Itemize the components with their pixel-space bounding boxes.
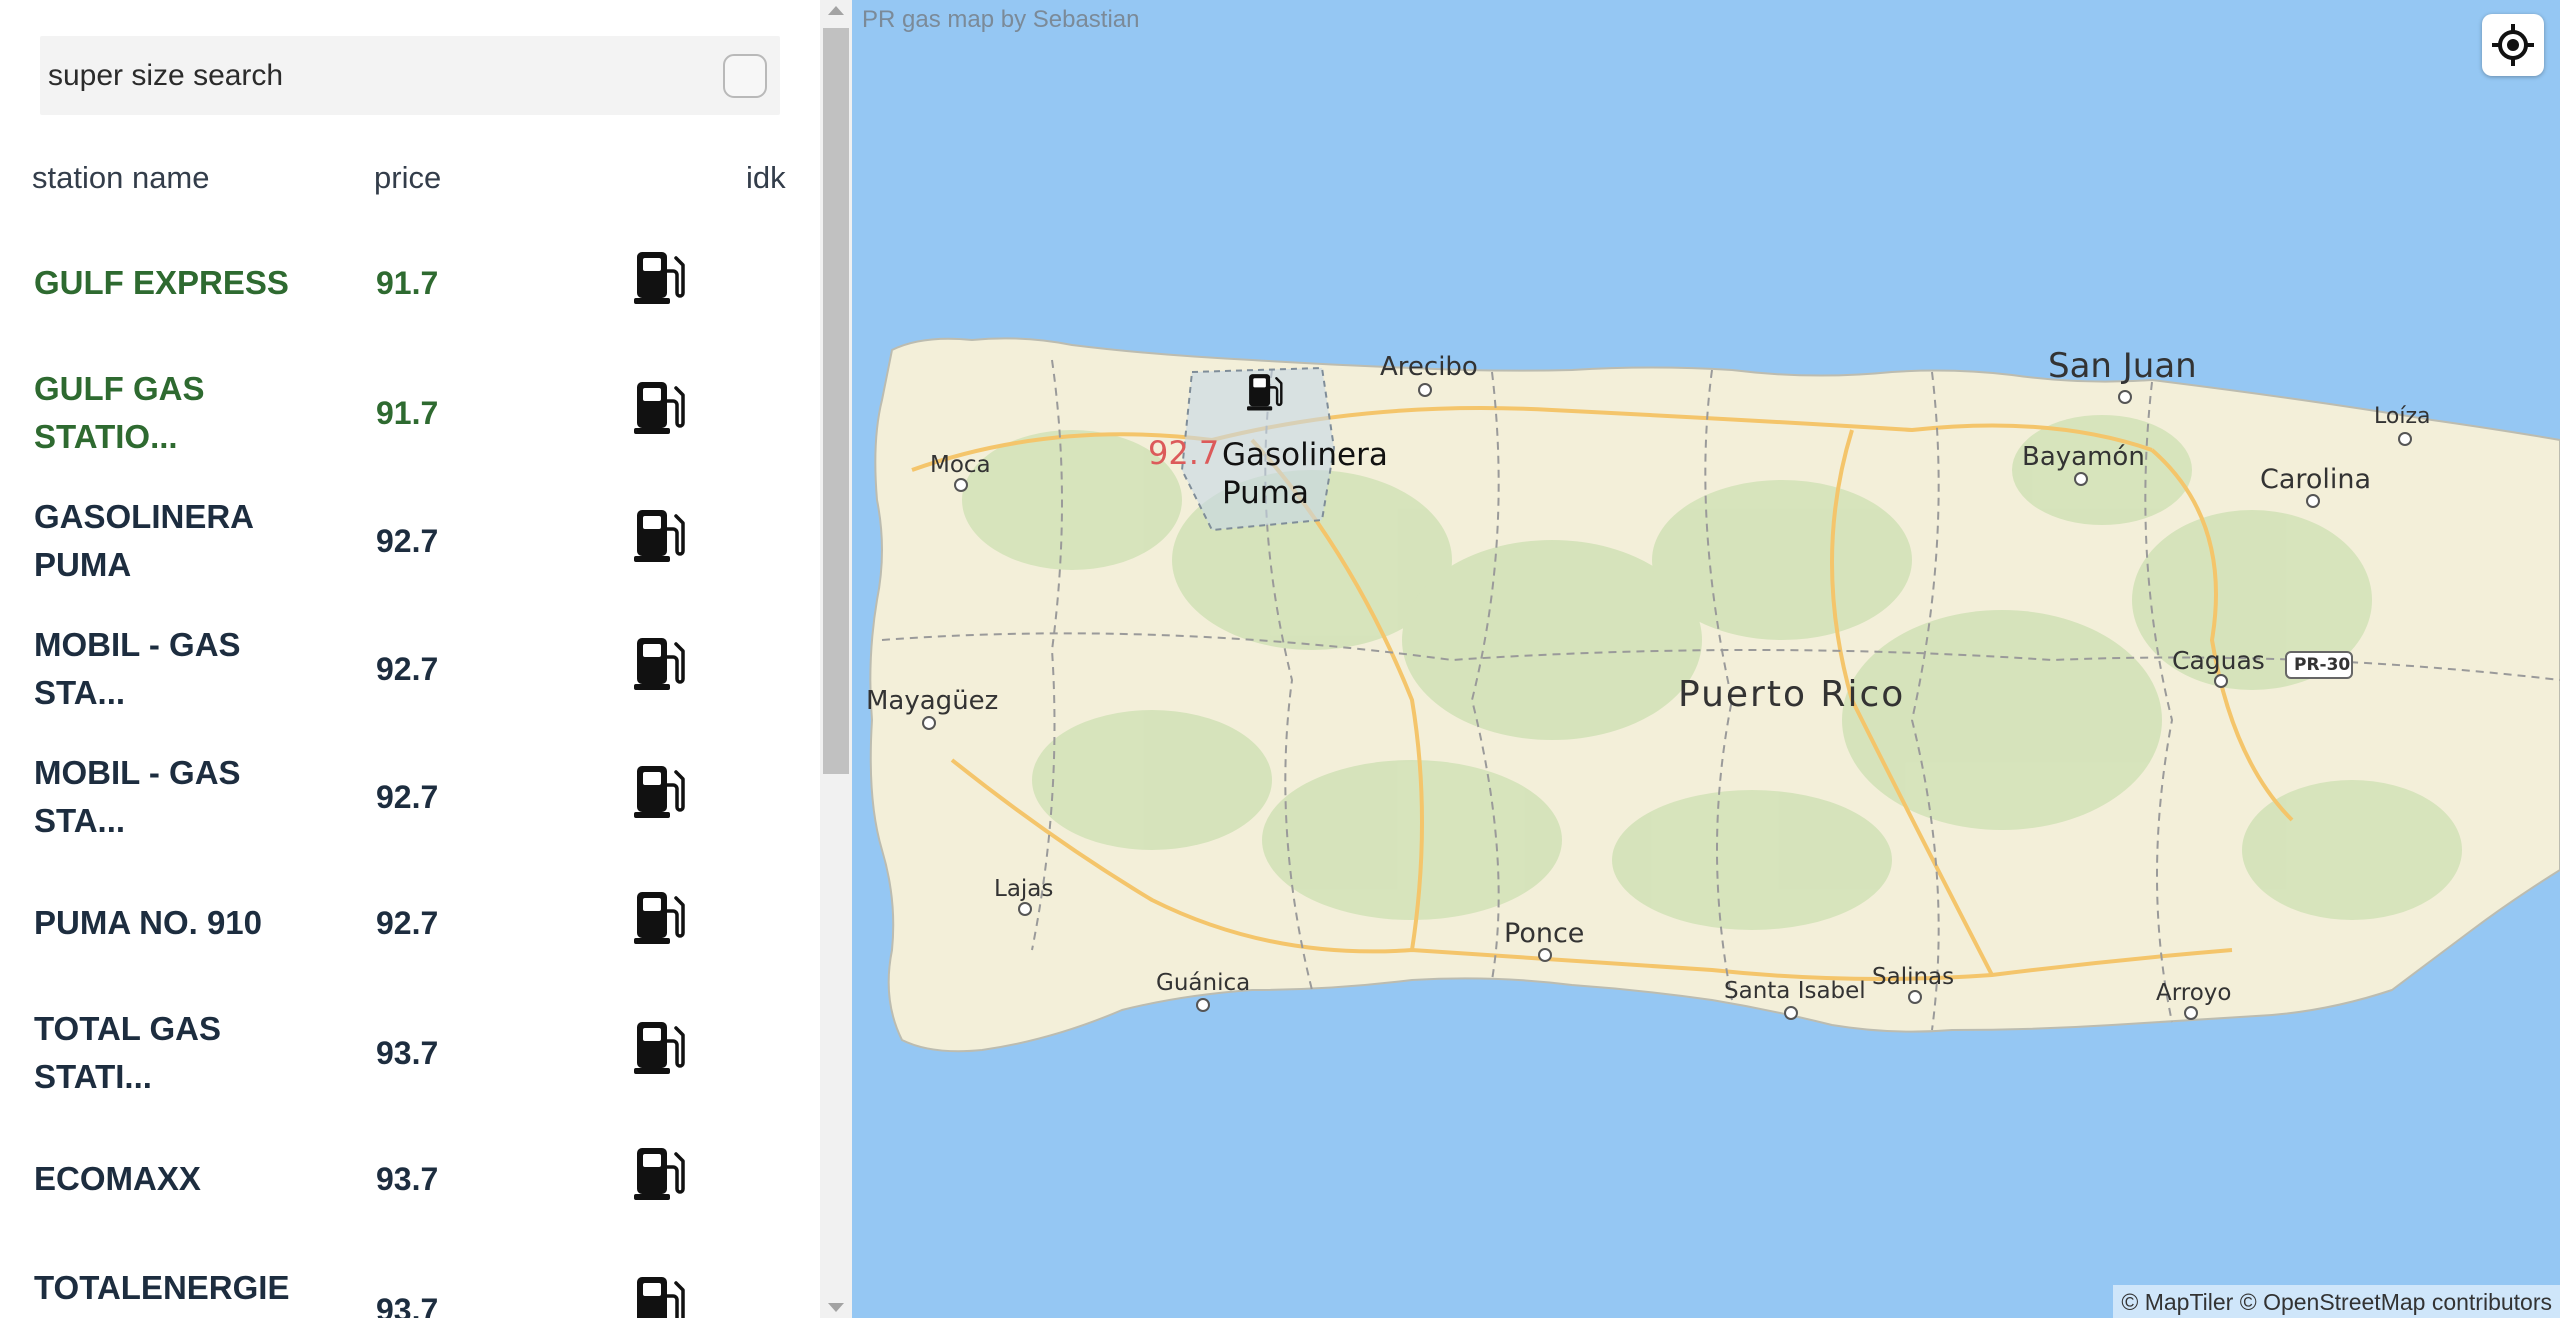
station-row[interactable]: GULF EXPRESS 91.7	[0, 223, 820, 343]
column-header-price[interactable]: price	[374, 160, 441, 196]
station-price: 93.7	[376, 1160, 439, 1197]
city-label: Lajas	[994, 876, 1054, 902]
city-dot	[2306, 494, 2320, 508]
city-dot	[1418, 383, 1432, 397]
column-header-station-name[interactable]: station name	[32, 160, 210, 196]
city-label: Arecibo	[1380, 352, 1478, 382]
gas-pump-icon[interactable]	[634, 507, 686, 563]
gas-pump-icon[interactable]	[634, 1274, 686, 1318]
gas-pump-icon[interactable]	[634, 889, 686, 945]
gas-pump-icon[interactable]	[634, 1019, 686, 1075]
scrollbar-thumb[interactable]	[823, 28, 849, 774]
popup-price: 92.7	[1148, 434, 1220, 472]
gas-pump-icon[interactable]	[634, 249, 686, 305]
station-price: 93.7	[376, 1034, 439, 1071]
city-dot	[2118, 390, 2132, 404]
city-label: Moca	[930, 452, 991, 478]
gas-pump-icon[interactable]	[634, 635, 686, 691]
city-dot	[1196, 998, 1210, 1012]
city-dot	[2184, 1006, 2198, 1020]
map-view[interactable]: PR gas map by Sebastian 92.7 Gasolinera …	[852, 0, 2560, 1318]
city-dot	[954, 478, 968, 492]
station-row[interactable]: GULF GAS STATIO... 91.7	[0, 353, 820, 473]
station-row[interactable]: TOTAL GAS STATI... 93.7	[0, 993, 820, 1113]
city-dot	[2074, 472, 2088, 486]
city-label: Mayagüez	[866, 686, 999, 716]
gas-pump-icon[interactable]	[634, 763, 686, 819]
station-row[interactable]: MOBIL - GAS STA... 92.7	[0, 737, 820, 857]
crosshair-icon	[2492, 24, 2534, 66]
map-attribution[interactable]: © MapTiler © OpenStreetMap contributors	[2113, 1285, 2560, 1318]
map-title: PR gas map by Sebastian	[862, 6, 1140, 33]
search-input[interactable]	[48, 36, 698, 115]
station-row[interactable]: GASOLINERA PUMA 92.7	[0, 481, 820, 601]
station-name: MOBIL - GAS STA...	[34, 754, 241, 839]
station-price: 92.7	[376, 778, 439, 815]
station-name: GULF GAS STATIO...	[34, 370, 205, 455]
gas-pump-icon[interactable]	[634, 1145, 686, 1201]
city-label: Guánica	[1156, 970, 1251, 996]
station-price: 91.7	[376, 264, 439, 301]
search-box	[40, 36, 780, 115]
city-dot	[1538, 948, 1552, 962]
popup-station-name[interactable]: Gasolinera Puma	[1222, 436, 1422, 512]
city-label: Salinas	[1872, 964, 1955, 990]
city-label: Carolina	[2260, 464, 2372, 495]
city-label: Arroyo	[2156, 980, 2232, 1006]
island-label: Puerto Rico	[1678, 674, 1906, 715]
station-name: TOTALENERGIE	[34, 1269, 290, 1306]
city-dot	[1908, 990, 1922, 1004]
station-price: 92.7	[376, 650, 439, 687]
sidebar-scrollbar[interactable]	[820, 0, 852, 1318]
city-dot	[1784, 1006, 1798, 1020]
station-name: PUMA NO. 910	[34, 904, 263, 941]
station-sidebar: station name price idk GULF EXPRESS 91.7…	[0, 0, 820, 1318]
station-price: 93.7	[376, 1292, 439, 1318]
station-name: MOBIL - GAS STA...	[34, 626, 241, 711]
city-label: San Juan	[2048, 346, 2197, 386]
super-size-checkbox[interactable]	[723, 54, 767, 98]
station-row[interactable]: MOBIL - GAS STA... 92.7	[0, 609, 820, 729]
station-price: 92.7	[376, 904, 439, 941]
city-dot	[2214, 674, 2228, 688]
city-label: Ponce	[1504, 918, 1585, 949]
station-row[interactable]: TOTALENERGIE 93.7	[0, 1248, 820, 1318]
station-price: 92.7	[376, 522, 439, 559]
station-price: 91.7	[376, 394, 439, 431]
city-label: Caguas	[2172, 646, 2265, 675]
column-header-idk: idk	[746, 160, 786, 195]
station-name: GASOLINERA PUMA	[34, 498, 253, 583]
scroll-up-arrow-icon[interactable]	[828, 6, 844, 15]
station-name: TOTAL GAS STATI...	[34, 1010, 222, 1095]
city-dot	[2398, 432, 2412, 446]
station-row[interactable]: PUMA NO. 910 92.7	[0, 863, 820, 983]
city-label: Loíza	[2374, 404, 2431, 429]
road-shield-label: PR-30	[2294, 655, 2351, 675]
station-name: ECOMAXX	[34, 1160, 201, 1197]
city-label: Santa Isabel	[1724, 978, 1866, 1004]
scroll-down-arrow-icon[interactable]	[828, 1303, 844, 1312]
city-label: Bayamón	[2022, 442, 2145, 472]
city-dot	[922, 716, 936, 730]
city-dot	[1018, 902, 1032, 916]
station-name: GULF EXPRESS	[34, 264, 289, 301]
gas-pump-icon[interactable]	[634, 379, 686, 435]
locate-me-button[interactable]	[2482, 14, 2544, 76]
station-row[interactable]: ECOMAXX 93.7	[0, 1119, 820, 1239]
